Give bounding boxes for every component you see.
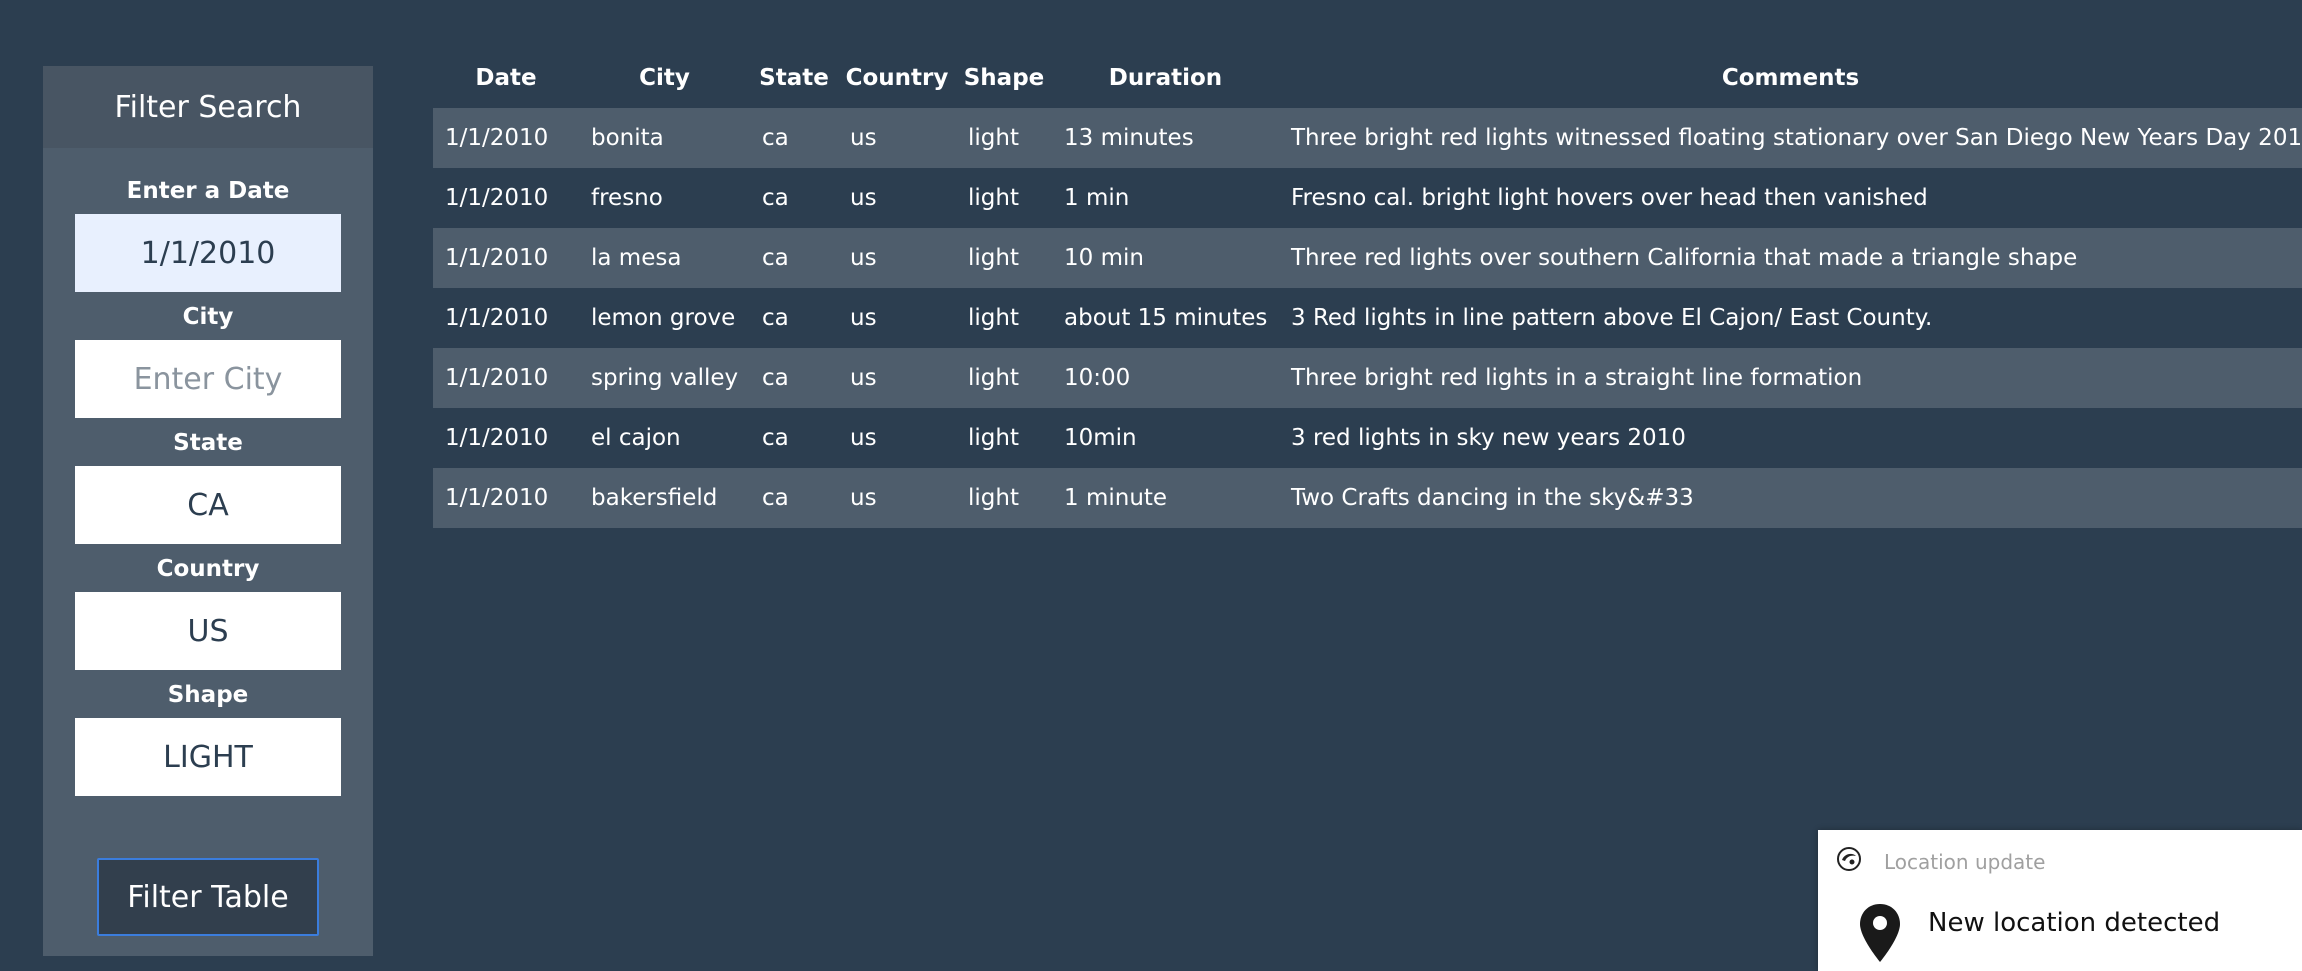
cell-duration: 10min bbox=[1064, 425, 1137, 451]
city-input[interactable] bbox=[75, 340, 341, 418]
cell-state: ca bbox=[762, 185, 789, 211]
table-row: 1/1/2010 fresno ca us light 1 min Fresno… bbox=[433, 168, 2302, 228]
app-icon bbox=[1836, 846, 1862, 872]
cell-comments: Three bright red lights in a straight li… bbox=[1291, 365, 1863, 391]
cell-date: 1/1/2010 bbox=[445, 365, 549, 391]
header-comments: Comments bbox=[1721, 65, 1860, 91]
shape-input[interactable] bbox=[75, 718, 341, 796]
date-label: Enter a Date bbox=[126, 178, 290, 204]
table-row: 1/1/2010 la mesa ca us light 10 min Thre… bbox=[433, 228, 2302, 288]
notification-message: New location detected bbox=[1928, 908, 2221, 938]
cell-shape: light bbox=[968, 125, 1019, 151]
cell-city: lemon grove bbox=[591, 305, 736, 331]
cell-shape: light bbox=[968, 185, 1019, 211]
cell-city: spring valley bbox=[591, 365, 739, 391]
results-table: Date City State Country Shape Duration C… bbox=[433, 48, 2302, 528]
cell-duration: 13 minutes bbox=[1064, 125, 1194, 151]
cell-city: bakersfield bbox=[591, 485, 718, 511]
cell-country: us bbox=[850, 425, 877, 451]
cell-city: la mesa bbox=[591, 245, 682, 271]
cell-shape: light bbox=[968, 485, 1019, 511]
state-input[interactable] bbox=[75, 466, 341, 544]
cell-shape: light bbox=[968, 245, 1019, 271]
location-notification[interactable]: Location update New location detected bbox=[1818, 830, 2302, 971]
table-row: 1/1/2010 bakersfield ca us light 1 minut… bbox=[433, 468, 2302, 528]
table-row: 1/1/2010 lemon grove ca us light about 1… bbox=[433, 288, 2302, 348]
country-input[interactable] bbox=[75, 592, 341, 670]
cell-duration: 1 min bbox=[1064, 185, 1130, 211]
cell-date: 1/1/2010 bbox=[445, 245, 549, 271]
cell-comments: Fresno cal. bright light hovers over hea… bbox=[1291, 185, 1928, 211]
cell-date: 1/1/2010 bbox=[445, 125, 549, 151]
header-duration: Duration bbox=[1108, 65, 1223, 91]
header-date: Date bbox=[475, 65, 537, 91]
shape-label: Shape bbox=[167, 682, 249, 708]
cell-country: us bbox=[850, 245, 877, 271]
cell-country: us bbox=[850, 485, 877, 511]
header-country: Country bbox=[845, 65, 949, 91]
cell-date: 1/1/2010 bbox=[445, 485, 549, 511]
notification-title: Location update bbox=[1884, 850, 2046, 874]
table-row: 1/1/2010 spring valley ca us light 10:00… bbox=[433, 348, 2302, 408]
cell-comments: 3 Red lights in line pattern above El Ca… bbox=[1291, 305, 1933, 331]
cell-date: 1/1/2010 bbox=[445, 305, 549, 331]
header-state: State bbox=[759, 65, 829, 91]
location-pin-icon bbox=[1858, 902, 1902, 964]
country-label: Country bbox=[156, 556, 260, 582]
cell-duration: 10:00 bbox=[1064, 365, 1131, 391]
results-table-container: Date City State Country Shape Duration C… bbox=[433, 48, 2302, 528]
cell-comments: Three red lights over southern Californi… bbox=[1291, 245, 2078, 271]
cell-state: ca bbox=[762, 485, 789, 511]
date-input[interactable] bbox=[75, 214, 341, 292]
cell-country: us bbox=[850, 185, 877, 211]
filter-panel: Filter Search Enter a Date City State Co… bbox=[43, 66, 373, 956]
cell-comments: Three bright red lights witnessed floati… bbox=[1291, 125, 2302, 151]
cell-comments: Two Crafts dancing in the sky&#33 bbox=[1291, 485, 1694, 511]
cell-duration: 10 min bbox=[1064, 245, 1144, 271]
filter-form: Enter a Date City State Country Shape Fi… bbox=[43, 148, 373, 936]
cell-country: us bbox=[850, 365, 877, 391]
cell-duration: 1 minute bbox=[1064, 485, 1168, 511]
state-label: State bbox=[173, 430, 243, 456]
cell-country: us bbox=[850, 125, 877, 151]
cell-state: ca bbox=[762, 125, 789, 151]
cell-shape: light bbox=[968, 425, 1019, 451]
table-header-row: Date City State Country Shape Duration C… bbox=[433, 48, 2302, 108]
cell-city: fresno bbox=[591, 185, 663, 211]
cell-state: ca bbox=[762, 305, 789, 331]
cell-date: 1/1/2010 bbox=[445, 185, 549, 211]
cell-country: us bbox=[850, 305, 877, 331]
table-row: 1/1/2010 el cajon ca us light 10min 3 re… bbox=[433, 408, 2302, 468]
header-city: City bbox=[639, 65, 690, 91]
cell-state: ca bbox=[762, 365, 789, 391]
cell-city: el cajon bbox=[591, 425, 681, 451]
filter-table-button[interactable]: Filter Table bbox=[97, 858, 319, 936]
filter-title: Filter Search bbox=[43, 66, 373, 148]
cell-date: 1/1/2010 bbox=[445, 425, 549, 451]
cell-shape: light bbox=[968, 365, 1019, 391]
cell-duration: about 15 minutes bbox=[1064, 305, 1268, 331]
cell-state: ca bbox=[762, 245, 789, 271]
cell-comments: 3 red lights in sky new years 2010 bbox=[1291, 425, 1686, 451]
header-shape: Shape bbox=[963, 65, 1045, 91]
city-label: City bbox=[182, 304, 234, 330]
cell-state: ca bbox=[762, 425, 789, 451]
table-row: 1/1/2010 bonita ca us light 13 minutes T… bbox=[433, 108, 2302, 168]
cell-shape: light bbox=[968, 305, 1019, 331]
cell-city: bonita bbox=[591, 125, 664, 151]
